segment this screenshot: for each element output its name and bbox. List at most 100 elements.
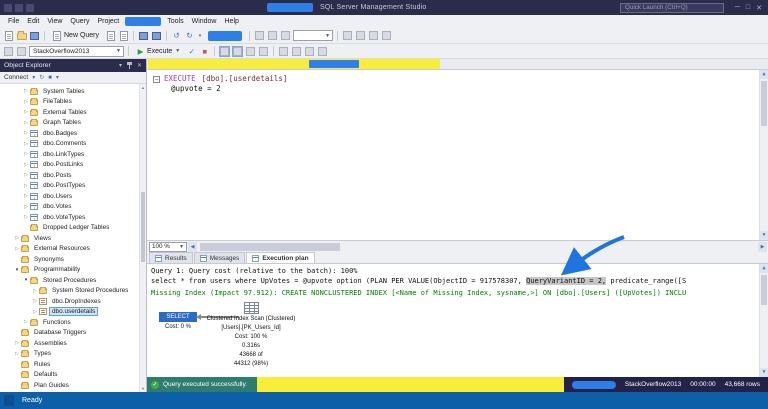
tab-execution-plan[interactable]: Execution plan bbox=[246, 252, 314, 263]
pin-icon[interactable] bbox=[127, 62, 132, 69]
tree-item-external-resources[interactable]: ▷External Resources bbox=[0, 244, 138, 255]
parse-check-icon[interactable]: ✓ bbox=[186, 46, 197, 57]
expand-arrow-icon[interactable]: ▷ bbox=[13, 351, 21, 357]
scrollbar-thumb[interactable] bbox=[141, 192, 145, 262]
tree-item-dbo-votes[interactable]: ▷dbo.Votes bbox=[0, 202, 138, 213]
save-icon[interactable] bbox=[29, 30, 40, 41]
connect-dropdown[interactable]: Connect bbox=[4, 74, 28, 81]
scroll-left-icon[interactable]: ◀ bbox=[188, 242, 197, 252]
missing-index-line[interactable]: Missing Index (Impact 97.912): CREATE NO… bbox=[151, 289, 756, 297]
menu-help[interactable]: Help bbox=[221, 18, 243, 25]
execute-button[interactable]: ▶ Execute ▼ bbox=[133, 45, 184, 57]
tree-item-programmability[interactable]: ▾Programmability bbox=[0, 265, 138, 276]
menu-tools[interactable]: Tools bbox=[163, 18, 187, 25]
scroll-down-icon[interactable]: ▼ bbox=[760, 231, 768, 240]
document-tab-strip[interactable] bbox=[147, 59, 768, 70]
tree-item-functions[interactable]: ▷Functions bbox=[0, 317, 138, 328]
toolbar-icon[interactable] bbox=[342, 30, 353, 41]
menu-project[interactable]: Project bbox=[93, 18, 123, 25]
scrollbar-thumb[interactable] bbox=[200, 243, 340, 251]
tree-item-dbo-comments[interactable]: ▷dbo.Comments bbox=[0, 139, 138, 150]
zoom-selector[interactable]: 100 % ▼ bbox=[149, 242, 187, 252]
tree-item-system-tables[interactable]: ▷System Tables bbox=[0, 86, 138, 97]
tree-item-graph-tables[interactable]: ▷Graph Tables bbox=[0, 118, 138, 129]
connect-icon[interactable] bbox=[3, 46, 14, 57]
expand-arrow-icon[interactable]: ▷ bbox=[22, 120, 30, 126]
toolbar-icon[interactable] bbox=[381, 30, 392, 41]
toolbar-icon[interactable] bbox=[317, 46, 328, 57]
expand-arrow-icon[interactable]: ▷ bbox=[22, 183, 30, 189]
expand-arrow-icon[interactable]: ▷ bbox=[31, 288, 39, 294]
expand-arrow-icon[interactable]: ▷ bbox=[22, 130, 30, 136]
tree-item-dbo-badges[interactable]: ▷dbo.Badges bbox=[0, 128, 138, 139]
close-button[interactable]: ✕ bbox=[756, 4, 762, 12]
close-icon[interactable]: ✕ bbox=[137, 62, 142, 69]
tree-item-views[interactable]: ▷Views bbox=[0, 233, 138, 244]
toolbar-icon[interactable] bbox=[245, 46, 256, 57]
new-doc-icon[interactable] bbox=[105, 30, 116, 41]
scroll-right-icon[interactable]: ▶ bbox=[758, 242, 767, 252]
expand-arrow-icon[interactable]: ▷ bbox=[31, 309, 39, 315]
toolbar-icon[interactable] bbox=[267, 30, 278, 41]
tree-item-dropped-ledger-tables[interactable]: Dropped Ledger Tables bbox=[0, 223, 138, 234]
expand-arrow-icon[interactable]: ▷ bbox=[22, 162, 30, 168]
tree-item-stored-procedures[interactable]: ▾Stored Procedures bbox=[0, 275, 138, 286]
tree-item-external-tables[interactable]: ▷External Tables bbox=[0, 107, 138, 118]
expand-arrow-icon[interactable]: ▷ bbox=[22, 204, 30, 210]
save-all-icon[interactable] bbox=[151, 30, 162, 41]
tree-item-database-triggers[interactable]: Database Triggers bbox=[0, 328, 138, 339]
tree-item-rules[interactable]: Rules bbox=[0, 359, 138, 370]
minimize-button[interactable]: ─ bbox=[735, 4, 740, 12]
tree-item-dbo-userdetails[interactable]: ▷dbo.userdetails bbox=[0, 307, 138, 318]
toolbar-icon[interactable] bbox=[258, 46, 269, 57]
menu-window[interactable]: Window bbox=[188, 18, 221, 25]
tree-item-assemblies[interactable]: ▷Assemblies bbox=[0, 338, 138, 349]
tab-results[interactable]: Results bbox=[149, 252, 193, 263]
tree-item-dbo-posts[interactable]: ▷dbo.Posts bbox=[0, 170, 138, 181]
expand-arrow-icon[interactable]: ▷ bbox=[22, 88, 30, 94]
chevron-down-icon[interactable]: ▾ bbox=[32, 74, 35, 81]
toolbar-icon[interactable] bbox=[355, 30, 366, 41]
menu-view[interactable]: View bbox=[43, 18, 66, 25]
expand-arrow-icon[interactable]: ▷ bbox=[31, 298, 39, 304]
undo-icon[interactable]: ↺ bbox=[171, 30, 182, 41]
database-selector[interactable]: StackOverflow2013 ▼ bbox=[29, 46, 124, 57]
expand-arrow-icon[interactable]: ▾ bbox=[22, 277, 30, 283]
expand-arrow-icon[interactable]: ▷ bbox=[22, 172, 30, 178]
menu-query[interactable]: Query bbox=[66, 18, 93, 25]
tree-item-dbo-postlinks[interactable]: ▷dbo.PostLinks bbox=[0, 160, 138, 171]
redo-icon[interactable]: ↻ bbox=[184, 30, 195, 41]
toolbar-icon[interactable] bbox=[291, 46, 302, 57]
collapse-region-icon[interactable]: − bbox=[153, 76, 160, 83]
expand-arrow-icon[interactable]: ▷ bbox=[13, 246, 21, 252]
estimated-plan-icon[interactable] bbox=[219, 46, 230, 57]
expand-arrow-icon[interactable]: ▾ bbox=[13, 267, 21, 273]
expand-arrow-icon[interactable]: ▷ bbox=[22, 151, 30, 157]
titlebar-tool-icon[interactable] bbox=[26, 4, 34, 12]
refresh-icon[interactable]: ↻ bbox=[39, 74, 44, 81]
plan-scan-node[interactable]: Clustered Index Scan (Clustered) [Users]… bbox=[176, 302, 326, 368]
tree-item-types[interactable]: ▷Types bbox=[0, 349, 138, 360]
toolbar-dropdown[interactable]: ▼ bbox=[293, 30, 333, 41]
new-doc-icon[interactable] bbox=[118, 30, 129, 41]
expand-arrow-icon[interactable]: ▷ bbox=[22, 214, 30, 220]
toolbar-icon[interactable] bbox=[280, 30, 291, 41]
tree-item-dbo-users[interactable]: ▷dbo.Users bbox=[0, 191, 138, 202]
results-vertical-scrollbar[interactable]: ▲ ▼ bbox=[759, 264, 768, 377]
code-editor[interactable]: − EXECUTE [dbo].[userdetails] @upvote = … bbox=[147, 70, 768, 240]
titlebar-tool-icon[interactable] bbox=[15, 4, 23, 12]
menu-file[interactable]: File bbox=[4, 18, 23, 25]
tree-item-defaults[interactable]: Defaults bbox=[0, 370, 138, 381]
new-file-icon[interactable] bbox=[3, 30, 14, 41]
scroll-down-icon[interactable]: ▼ bbox=[140, 386, 146, 391]
scroll-down-icon[interactable]: ▼ bbox=[760, 368, 768, 377]
quick-launch-input[interactable]: Quick Launch (Ctrl+Q) bbox=[620, 3, 724, 13]
tree-item-dbo-dropindexes[interactable]: ▷dbo.DropIndexes bbox=[0, 296, 138, 307]
menu-edit[interactable]: Edit bbox=[23, 18, 43, 25]
expand-arrow-icon[interactable]: ▷ bbox=[13, 235, 21, 241]
tree-item-plan-guides[interactable]: Plan Guides bbox=[0, 380, 138, 391]
tree-item-filetables[interactable]: ▷FileTables bbox=[0, 97, 138, 108]
toolbar-icon[interactable] bbox=[304, 46, 315, 57]
scroll-up-icon[interactable]: ▲ bbox=[760, 70, 768, 79]
tree-item-system-stored-procedures[interactable]: ▷System Stored Procedures bbox=[0, 286, 138, 297]
